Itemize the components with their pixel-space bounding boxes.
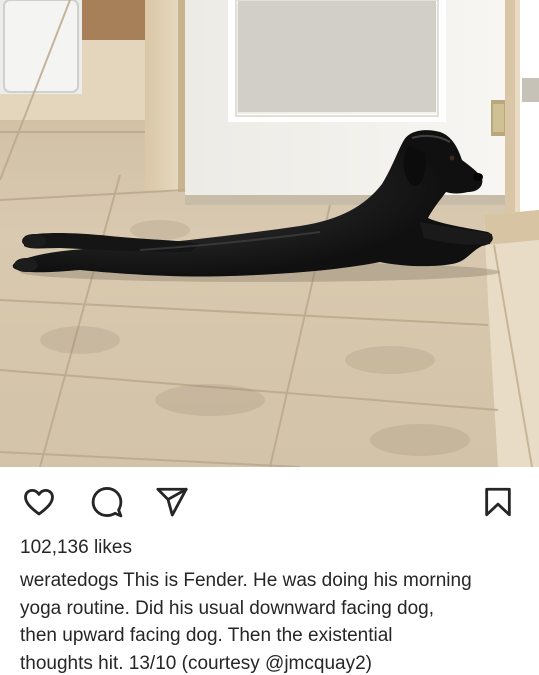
paper-plane-icon [156, 487, 188, 517]
caption-line-1: weratedogs This is Fender. He was doing … [20, 567, 525, 595]
caption-text-4: thoughts hit. 13/10 (courtesy [20, 652, 266, 674]
caption-mention-link[interactable]: @jmcquay2 [265, 653, 366, 674]
post-photo[interactable] [0, 0, 539, 467]
caption-line-4: thoughts hit. 13/10 (courtesy @jmcquay2) [20, 650, 525, 675]
comment-button[interactable] [89, 484, 125, 520]
speech-bubble-icon [91, 486, 123, 518]
caption-text-1: This is Fender. He was doing his morning [118, 570, 472, 591]
bookmark-icon [485, 487, 511, 517]
save-button[interactable] [480, 484, 516, 520]
caption-line-2: yoga routine. Did his usual downward fac… [20, 597, 435, 619]
dog-photo-illustration [0, 0, 539, 467]
like-button[interactable] [21, 484, 57, 520]
caption-line-3: then upward facing dog. Then the existen… [20, 625, 393, 646]
heart-outline-icon [24, 488, 54, 516]
post-action-bar [0, 467, 539, 535]
share-button[interactable] [154, 484, 190, 520]
post-caption: weratedogs This is Fender. He was doing … [20, 567, 525, 675]
caption-username[interactable]: weratedogs [20, 570, 118, 591]
likes-count[interactable]: 102,136 likes [20, 536, 132, 560]
caption-text-4-end: ) [365, 652, 372, 674]
